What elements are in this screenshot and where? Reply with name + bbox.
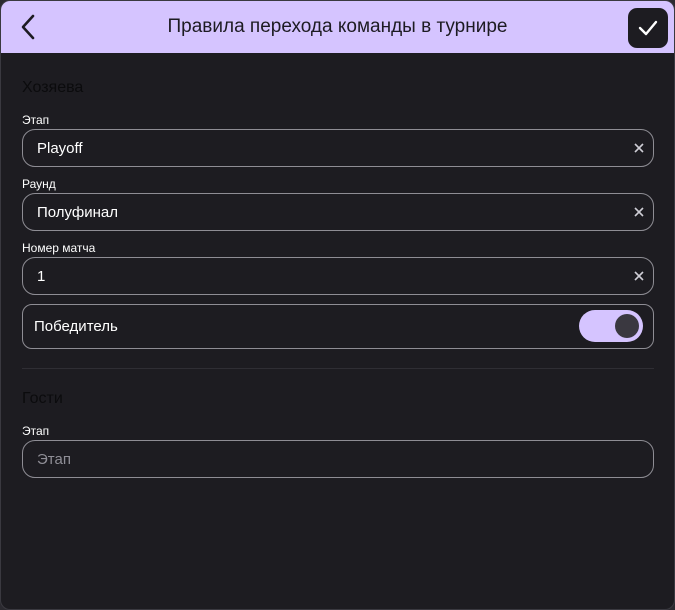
- winner-label: Победитель: [34, 318, 118, 335]
- guests-section-title: Гости: [22, 390, 63, 407]
- home-section-title: Хозяева: [22, 79, 84, 96]
- home-stage-value: Playoff: [37, 139, 83, 157]
- home-stage-label: Этап: [22, 113, 50, 127]
- home-round-value: Полуфинал: [37, 203, 118, 221]
- header-bar: Правила перехода команды в турнире: [1, 1, 674, 53]
- close-icon: [634, 271, 644, 281]
- dialog-window: Правила перехода команды в турнире Хозяе…: [0, 0, 675, 610]
- page-title: Правила перехода команды в турнире: [167, 16, 508, 37]
- guests-stage-label: Этап: [22, 424, 50, 438]
- chevron-left-icon: [21, 14, 35, 40]
- home-match-number-field[interactable]: 1: [22, 257, 654, 295]
- clear-home-stage-button[interactable]: [631, 140, 647, 156]
- home-match-number-label: Номер матча: [22, 241, 96, 255]
- close-icon: [634, 143, 644, 153]
- winner-switch[interactable]: [579, 310, 643, 342]
- guests-stage-placeholder: Этап: [37, 450, 71, 468]
- home-match-number-value: 1: [37, 267, 46, 285]
- back-button[interactable]: [13, 11, 45, 43]
- section-divider: [22, 368, 654, 369]
- confirm-button[interactable]: [628, 8, 668, 48]
- clear-home-match-number-button[interactable]: [631, 268, 647, 284]
- home-round-field[interactable]: Полуфинал: [22, 193, 654, 231]
- winner-toggle-row: Победитель: [22, 304, 654, 349]
- home-round-label: Раунд: [22, 177, 56, 191]
- clear-home-round-button[interactable]: [631, 204, 647, 220]
- check-icon: [638, 20, 658, 36]
- close-icon: [634, 207, 644, 217]
- guests-stage-field[interactable]: Этап: [22, 440, 654, 478]
- home-stage-field[interactable]: Playoff: [22, 129, 654, 167]
- switch-knob: [615, 314, 639, 338]
